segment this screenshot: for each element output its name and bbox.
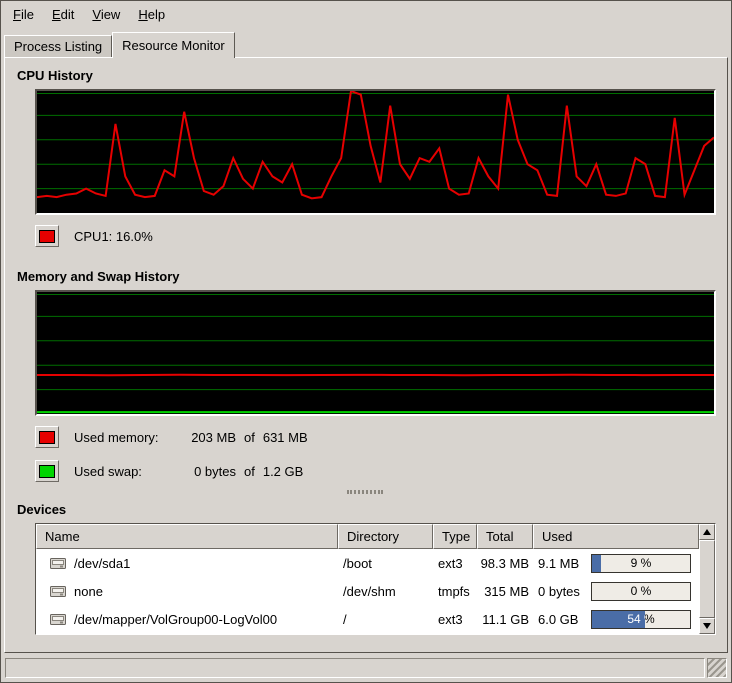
scroll-down-button[interactable] xyxy=(699,618,715,634)
device-used: 0 bytes xyxy=(538,584,580,599)
usage-percent-label: 0 % xyxy=(592,583,690,600)
device-used: 9.1 MB xyxy=(538,556,579,571)
device-name-cell: /dev/sda1 xyxy=(36,556,338,571)
devices-heading: Devices xyxy=(17,502,716,517)
cpu-legend-label: CPU1: 16.0% xyxy=(74,229,153,244)
device-directory: / xyxy=(338,612,433,627)
window-resize-grip[interactable] xyxy=(707,658,727,678)
usage-progress-bar: 9 % 9 % xyxy=(591,554,691,573)
column-header-used[interactable]: Used xyxy=(533,524,699,549)
device-type: tmpfs xyxy=(433,584,477,599)
usage-percent-label-overlay: 54 % xyxy=(592,611,645,628)
cpu-legend-row: CPU1: 16.0% xyxy=(35,225,716,247)
memory-legend-row: Used memory: 203 MB of 631 MB xyxy=(35,426,716,448)
menu-help[interactable]: Help xyxy=(129,4,174,25)
devices-table-main: Name Directory Type Total Used /dev/sda1 xyxy=(36,524,699,634)
usage-progress-fill: 9 % xyxy=(592,555,601,572)
memory-history-plot xyxy=(37,292,714,414)
devices-scrollbar[interactable] xyxy=(699,524,715,634)
devices-table: Name Directory Type Total Used /dev/sda1 xyxy=(35,523,716,635)
device-type: ext3 xyxy=(433,612,477,627)
swap-used-value: 0 bytes xyxy=(174,464,236,479)
memory-color-chip xyxy=(39,431,55,444)
drive-icon xyxy=(50,613,67,626)
arrow-down-icon xyxy=(703,623,711,629)
cpu-history-heading: CPU History xyxy=(17,68,716,83)
status-bar xyxy=(5,658,727,678)
memory-used-value: 203 MB xyxy=(174,430,236,445)
usage-progress-bar: 0 % 0 % xyxy=(591,582,691,601)
device-name: /dev/sda1 xyxy=(74,556,130,571)
memory-color-swatch[interactable] xyxy=(35,426,59,448)
usage-percent-label-overlay: 9 % xyxy=(592,555,601,572)
arrow-up-icon xyxy=(703,529,711,535)
devices-table-header: Name Directory Type Total Used xyxy=(36,524,699,549)
devices-table-body: /dev/sda1 /boot ext3 98.3 MB 9.1 MB 9 % … xyxy=(36,549,699,634)
cpu-history-graph xyxy=(35,89,716,215)
memory-history-heading: Memory and Swap History xyxy=(17,269,716,284)
menu-file[interactable]: File xyxy=(4,4,43,25)
device-total: 315 MB xyxy=(477,584,533,599)
system-monitor-window: { "menu": { "items": ["File", "Edit", "V… xyxy=(0,0,732,683)
swap-of-text: of xyxy=(244,464,255,479)
cpu-color-swatch[interactable] xyxy=(35,225,59,247)
device-name: /dev/mapper/VolGroup00-LogVol00 xyxy=(74,612,277,627)
swap-legend-label: Used swap: xyxy=(74,464,174,479)
cpu-history-plot xyxy=(37,91,714,213)
memory-history-graph xyxy=(35,290,716,416)
pane-resize-grip[interactable] xyxy=(347,490,383,494)
column-header-total[interactable]: Total xyxy=(477,524,533,549)
device-directory: /boot xyxy=(338,556,433,571)
device-row-none[interactable]: none /dev/shm tmpfs 315 MB 0 bytes 0 % 0… xyxy=(36,577,699,605)
swap-color-swatch[interactable] xyxy=(35,460,59,482)
device-type: ext3 xyxy=(433,556,477,571)
device-row-volgroup[interactable]: /dev/mapper/VolGroup00-LogVol00 / ext3 1… xyxy=(36,605,699,633)
menu-view[interactable]: View xyxy=(83,4,129,25)
device-used-cell: 6.0 GB 54 % 54 % xyxy=(533,610,699,629)
scroll-up-button[interactable] xyxy=(699,524,715,540)
device-directory: /dev/shm xyxy=(338,584,433,599)
device-used-cell: 0 bytes 0 % 0 % xyxy=(533,582,699,601)
usage-progress-bar: 54 % 54 % xyxy=(591,610,691,629)
cpu-color-chip xyxy=(39,230,55,243)
swap-total-value: 1.2 GB xyxy=(263,464,303,479)
usage-percent-label: 9 % xyxy=(592,555,690,572)
device-used-cell: 9.1 MB 9 % 9 % xyxy=(533,554,699,573)
memory-legend-label: Used memory: xyxy=(74,430,174,445)
tab-process-listing[interactable]: Process Listing xyxy=(4,35,112,57)
device-total: 98.3 MB xyxy=(477,556,533,571)
swap-color-chip xyxy=(39,465,55,478)
swap-legend-row: Used swap: 0 bytes of 1.2 GB xyxy=(35,460,716,482)
menu-edit[interactable]: Edit xyxy=(43,4,83,25)
device-total: 11.1 GB xyxy=(477,612,533,627)
column-header-type[interactable]: Type xyxy=(433,524,477,549)
usage-progress-fill: 54 % xyxy=(592,611,645,628)
device-row-sda1[interactable]: /dev/sda1 /boot ext3 98.3 MB 9.1 MB 9 % … xyxy=(36,549,699,577)
column-header-directory[interactable]: Directory xyxy=(338,524,433,549)
tab-resource-monitor[interactable]: Resource Monitor xyxy=(112,32,235,58)
device-used: 6.0 GB xyxy=(538,612,578,627)
memory-total-value: 631 MB xyxy=(263,430,308,445)
memory-of-text: of xyxy=(244,430,255,445)
column-header-name[interactable]: Name xyxy=(36,524,338,549)
device-name-cell: /dev/mapper/VolGroup00-LogVol00 xyxy=(36,612,338,627)
resource-monitor-panel: CPU History CPU1: 16.0% Memory and Swap … xyxy=(4,57,728,653)
drive-icon xyxy=(50,557,67,570)
menu-bar: File Edit View Help xyxy=(1,1,731,28)
scrollbar-thumb[interactable] xyxy=(699,540,715,618)
device-name: none xyxy=(74,584,103,599)
tab-bar: Process Listing Resource Monitor xyxy=(1,30,731,57)
status-message-area xyxy=(5,658,705,678)
drive-icon xyxy=(50,585,67,598)
device-name-cell: none xyxy=(36,584,338,599)
